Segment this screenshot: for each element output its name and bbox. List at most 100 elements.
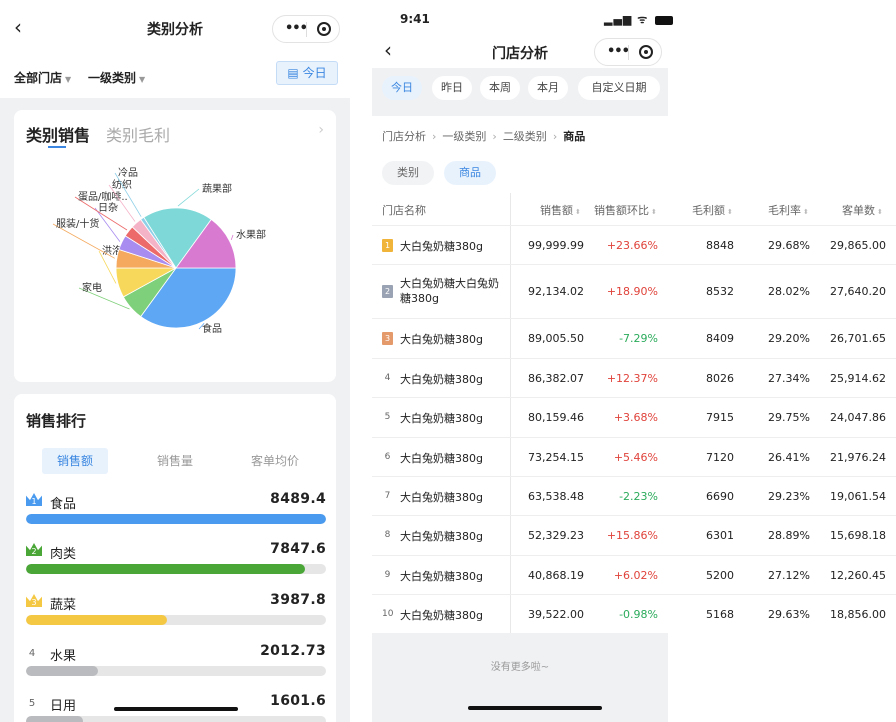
rank-number: 8 — [384, 530, 391, 540]
cell-profit: 8026 — [706, 372, 734, 385]
col-profit-rate-label: 毛利率 — [768, 204, 801, 217]
breadcrumb-level2[interactable]: 二级类别 — [503, 130, 547, 143]
col-sales-mom-label: 销售额环比 — [594, 204, 649, 217]
chevron-down-icon: ▼ — [65, 75, 72, 84]
cell-orders: 27,640.20 — [830, 285, 886, 298]
date-chip-yesterday[interactable]: 昨日 — [432, 76, 472, 100]
table-row[interactable]: 8 大白兔奶糖380g 52,329.23 +15.86% 6301 28.89% 15,6… — [372, 515, 896, 555]
table-row[interactable]: 7 大白兔奶糖380g 63,538.48 -2.23% 6690 29.23% 19,06… — [372, 476, 896, 515]
breadcrumb-store[interactable]: 门店分析 — [382, 130, 426, 143]
cell-profit: 7915 — [706, 411, 734, 424]
cell-sales-mom: -7.29% — [619, 332, 658, 345]
ranking-item[interactable]: 1 食品 8489.4 — [26, 490, 326, 530]
table-row[interactable]: 3 大白兔奶糖380g 89,005.50 -7.29% 8409 29.20% 26,70… — [372, 318, 896, 358]
table-row[interactable]: 6 大白兔奶糖380g 73,254.15 +5.46% 7120 26.41% 21,97… — [372, 437, 896, 476]
chevron-down-icon: ▼ — [139, 75, 146, 84]
cell-profit-rate: 28.02% — [768, 285, 810, 298]
more-icon[interactable]: ••• — [285, 21, 308, 36]
active-tab-indicator — [48, 146, 66, 148]
signal-wifi-battery-icons: ▂▄▆ ᯤ — [604, 12, 674, 27]
cell-profit: 6301 — [706, 529, 734, 542]
product-name: 大白兔奶糖大白兔奶糖380g — [400, 277, 499, 305]
more-icon[interactable]: ••• — [607, 44, 630, 59]
capsule-divider — [306, 22, 307, 37]
ranking-progress-fill — [26, 514, 326, 524]
cell-sales-mom: -2.23% — [619, 490, 658, 503]
chevron-right-icon[interactable]: › — [318, 122, 324, 138]
date-chip-custom[interactable]: 自定义日期 — [578, 76, 660, 100]
pie-label: 服装/十货 — [56, 217, 99, 230]
breadcrumb-level1[interactable]: 一级类别 — [442, 130, 486, 143]
ranking-item-value: 7847.6 — [270, 541, 326, 557]
date-chip-this-week[interactable]: 本周 — [480, 76, 520, 100]
tab-category-sales[interactable]: 类别销售 — [26, 122, 90, 146]
category-filter[interactable]: 一级类别 ▼ — [88, 69, 145, 86]
col-profit-rate[interactable]: 毛利率 ⬍ — [768, 202, 809, 218]
date-filter-row: 今日 昨日 本周 本月 自定义日期 — [372, 68, 668, 116]
cell-sales: 86,382.07 — [528, 372, 584, 385]
segment-product[interactable]: 商品 — [444, 161, 496, 185]
cell-profit: 8848 — [706, 239, 734, 252]
battery-icon — [655, 15, 674, 25]
nav-bar: ‹ 类别分析 ••• — [0, 0, 350, 58]
rank-medal-icon: 2 — [382, 285, 393, 298]
chevron-right-icon: › — [552, 130, 558, 143]
table-row[interactable]: 9 大白兔奶糖380g 40,868.19 +6.02% 5200 27.12% 12,26… — [372, 555, 896, 594]
date-chip-this-month[interactable]: 本月 — [528, 76, 568, 100]
pie-label-line — [177, 188, 200, 207]
cell-profit: 8409 — [706, 332, 734, 345]
ranking-item-value: 2012.73 — [260, 643, 326, 659]
col-store-name: 门店名称 — [382, 204, 426, 217]
col-profit[interactable]: 毛利额 ⬍ — [692, 202, 733, 218]
cell-sales-mom: +3.68% — [613, 411, 658, 424]
cell-sales: 39,522.00 — [528, 608, 584, 621]
table-row[interactable]: 10 大白兔奶糖380g 39,522.00 -0.98% 5168 29.63% 18,8… — [372, 594, 896, 633]
cell-sales: 89,005.50 — [528, 332, 584, 345]
breadcrumb: 门店分析 › 一级类别 › 二级类别 › 商品 — [382, 128, 585, 144]
ranking-item-value: 1601.6 — [270, 693, 326, 709]
cell-orders: 24,047.86 — [830, 411, 886, 424]
ranking-item[interactable]: 4 水果 2012.73 — [26, 642, 326, 682]
tab-category-profit[interactable]: 类别毛利 — [106, 122, 170, 146]
col-orders[interactable]: 客单数 ⬍ — [842, 202, 883, 218]
cell-sales-mom: +6.02% — [613, 569, 658, 582]
table-row[interactable]: 5 大白兔奶糖380g 80,159.46 +3.68% 7915 29.75% 24,04… — [372, 397, 896, 437]
col-sales-mom[interactable]: 销售额环比 ⬍ — [594, 202, 657, 218]
sort-icon: ⬍ — [651, 208, 657, 216]
ranking-item[interactable]: 2 肉类 7847.6 — [26, 540, 326, 580]
category-filter-label: 一级类别 — [88, 71, 137, 85]
table-row[interactable]: 2 大白兔奶糖大白兔奶糖380g 92,134.02 +18.90% 8532 28.02… — [372, 264, 896, 318]
today-date-button[interactable]: ▤ 今日 — [276, 61, 338, 85]
cell-sales: 40,868.19 — [528, 569, 584, 582]
tab-avg-price[interactable]: 客单均价 — [242, 448, 308, 474]
close-mini-program-icon[interactable] — [639, 45, 653, 59]
mini-program-capsule[interactable]: ••• — [594, 38, 662, 66]
chevron-right-icon: › — [432, 130, 437, 143]
cell-orders: 29,865.00 — [830, 239, 886, 252]
date-chip-today[interactable]: 今日 — [382, 76, 422, 100]
rank-number: 10 — [382, 609, 394, 619]
pie-label: 日杂 — [98, 202, 118, 214]
table-row[interactable]: 1 大白兔奶糖380g 99,999.99 +23.66% 8848 29.68% 29,8… — [372, 225, 896, 264]
table-row[interactable]: 4 大白兔奶糖380g 86,382.07 +12.37% 8026 27.34% 25,9… — [372, 358, 896, 397]
mini-program-capsule[interactable]: ••• — [272, 15, 340, 43]
ranking-title: 销售排行 — [26, 412, 87, 430]
home-indicator — [468, 706, 602, 710]
ranking-item[interactable]: 3 蔬菜 3987.8 — [26, 591, 326, 631]
store-analysis-screen: 9:41 ▂▄▆ ᯤ ‹ 门店分析 ••• 今日 昨日 本周 本月 自定义日期 … — [372, 0, 896, 722]
rank-number: 4 — [28, 648, 36, 659]
tab-sales-amount[interactable]: 销售额 — [42, 448, 108, 474]
close-mini-program-icon[interactable] — [317, 22, 331, 36]
rank-number: 6 — [384, 452, 391, 462]
cell-sales: 80,159.46 — [528, 411, 584, 424]
segment-category[interactable]: 类别 — [382, 161, 434, 185]
rank-number: 4 — [384, 373, 391, 383]
cell-orders: 15,698.18 — [830, 529, 886, 542]
store-filter[interactable]: 全部门店 ▼ — [14, 69, 71, 86]
cell-sales-mom: +18.90% — [606, 285, 658, 298]
col-sales[interactable]: 销售额 ⬍ — [540, 202, 581, 218]
product-name: 大白兔奶糖380g — [400, 570, 483, 583]
tab-sales-volume[interactable]: 销售量 — [142, 448, 208, 474]
status-bar: 9:41 ▂▄▆ ᯤ — [372, 0, 896, 32]
col-orders-label: 客单数 — [842, 204, 875, 217]
